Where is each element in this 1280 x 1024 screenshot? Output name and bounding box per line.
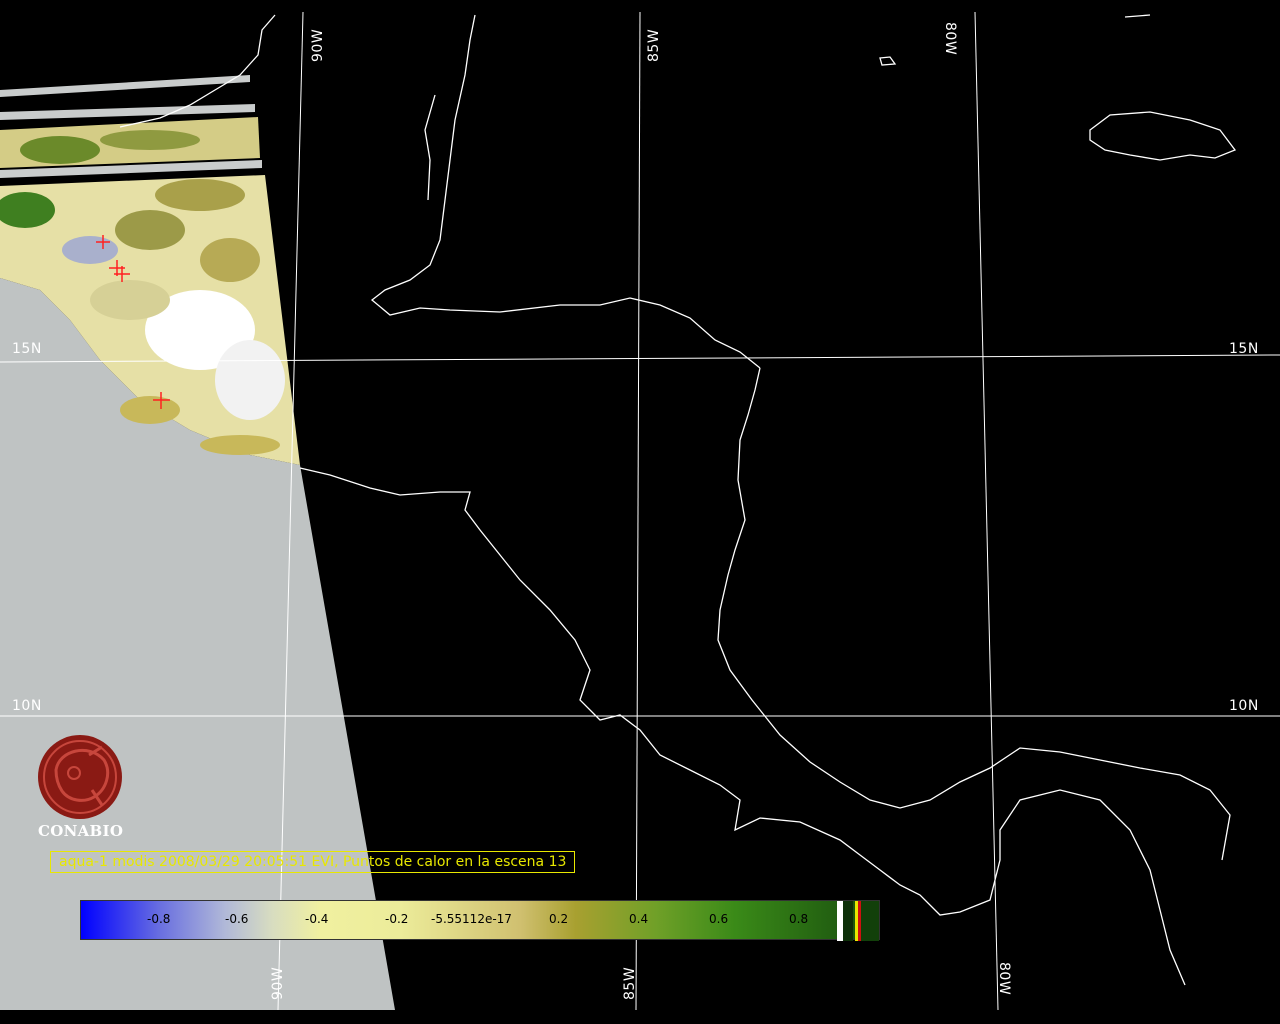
scene-caption: aqua-1 modis 2008/03/29 20:05:51 EVI, Pu… (50, 851, 576, 873)
colorbar-tick: 0.2 (549, 912, 569, 926)
colorbar-tick: -0.6 (225, 912, 249, 926)
colorbar-band-dark (843, 901, 853, 941)
colorbar-band-end (861, 901, 879, 941)
lon-label-top-80w: 80W (942, 22, 958, 56)
conabio-logo-text: CONABIO (38, 822, 124, 840)
colorbar-tick: -0.2 (385, 912, 409, 926)
lat-label-right-10n: 10N (1229, 698, 1259, 714)
lon-label-top-90w: 90W (310, 28, 326, 62)
lat-label-right-15n: 15N (1229, 341, 1259, 357)
evi-colorbar: -0.8 -0.6 -0.4 -0.2 -5.55112e-17 0.2 0.4… (80, 900, 880, 941)
colorbar-tick: -0.4 (305, 912, 329, 926)
colorbar-tick: 0.6 (709, 912, 729, 926)
scan-strip-1 (0, 75, 250, 97)
lon-label-top-85w: 85W (646, 28, 662, 62)
lat-label-left-10n: 10N (12, 698, 42, 714)
lon-label-bottom-90w: 90W (270, 966, 286, 1000)
colorbar-tick: 0.4 (629, 912, 649, 926)
lat-label-left-15n: 15N (12, 341, 42, 357)
lon-label-bottom-85w: 85W (622, 966, 638, 1000)
scan-strip-2 (0, 104, 255, 120)
colorbar-tick: -0.8 (147, 912, 171, 926)
lon-label-bottom-80w: 80W (996, 962, 1012, 996)
colorbar-tick: 0.8 (789, 912, 809, 926)
colorbar-tick: -5.55112e-17 (431, 912, 512, 926)
